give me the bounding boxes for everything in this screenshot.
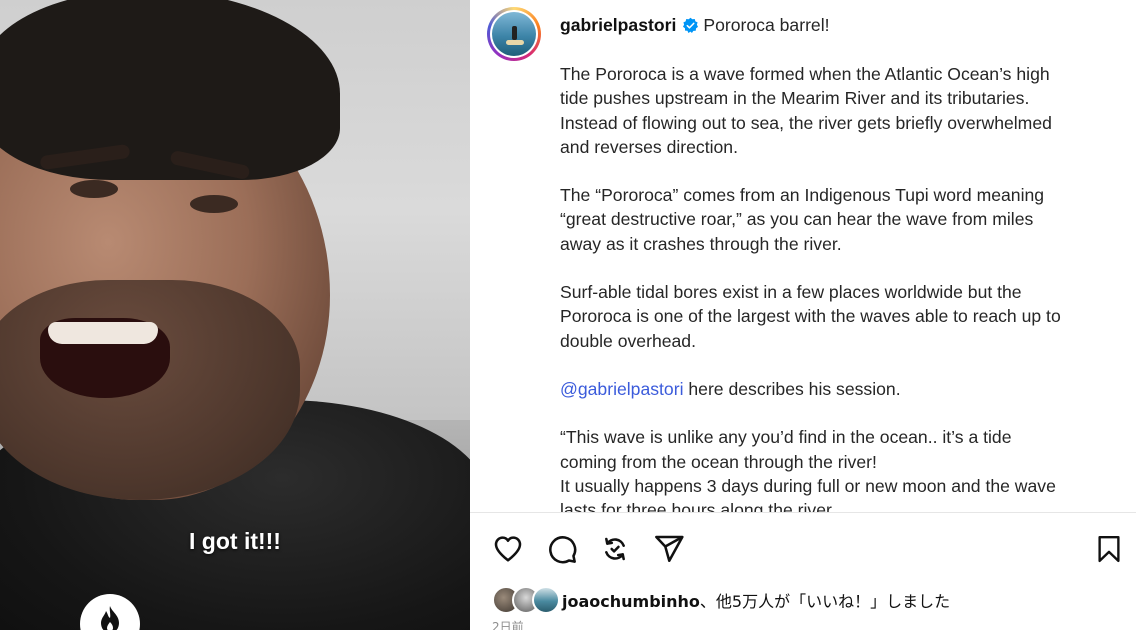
avatar-image <box>492 12 536 56</box>
liker-avatars <box>492 586 562 614</box>
post-details-panel: gabrielpastori Pororoca barrel! The Poro… <box>470 0 1136 630</box>
hair-shape <box>0 0 340 180</box>
liker-avatar <box>532 586 560 614</box>
caption-mention-line: @gabrielpastori here describes his sessi… <box>560 377 1120 401</box>
like-button[interactable] <box>490 531 526 567</box>
divider <box>470 512 1136 513</box>
author-avatar[interactable] <box>487 7 541 61</box>
likes-text: joaochumbinho、他5万人が「いいね！」しました <box>562 592 951 611</box>
post-timestamp[interactable]: 2日前 <box>492 618 524 630</box>
repost-button[interactable] <box>597 531 633 567</box>
save-button[interactable] <box>1091 531 1127 567</box>
caption-paragraph-2: The “Pororoca” comes from an Indigenous … <box>560 185 1045 254</box>
author-username[interactable]: gabrielpastori <box>560 13 676 37</box>
caption-area[interactable]: gabrielpastori Pororoca barrel! The Poro… <box>560 12 1120 512</box>
flame-logo-icon <box>101 606 119 630</box>
mention-link[interactable]: @gabrielpastori <box>560 379 683 399</box>
post-title: Pororoca barrel! <box>703 14 830 35</box>
verified-badge-icon <box>682 17 699 34</box>
eye-left <box>70 180 118 198</box>
action-bar <box>470 528 1136 570</box>
comment-button[interactable] <box>544 531 580 567</box>
share-icon <box>655 535 684 562</box>
share-button[interactable] <box>651 531 687 567</box>
heart-icon <box>494 536 522 562</box>
caption-header: gabrielpastori Pororoca barrel! <box>560 12 1120 38</box>
caption-paragraph-3: Surf-able tidal bores exist in a few pla… <box>560 282 1061 351</box>
video-subtitle: I got it!!! <box>189 528 281 554</box>
mention-text: here describes his session. <box>683 378 901 399</box>
caption-quote: “This wave is unlike any you’d find in t… <box>560 427 1056 512</box>
caption-paragraph-1: The Pororoca is a wave formed when the A… <box>560 64 1052 157</box>
teeth-shape <box>48 322 158 344</box>
repost-icon <box>605 537 625 561</box>
comment-icon <box>549 536 577 564</box>
eye-right <box>190 195 238 213</box>
bookmark-icon <box>1098 535 1120 563</box>
post-media-video[interactable]: I got it!!! <box>0 0 470 630</box>
liker-username[interactable]: joaochumbinho <box>562 592 700 611</box>
likes-summary[interactable]: joaochumbinho、他5万人が「いいね！」しました <box>492 585 950 615</box>
